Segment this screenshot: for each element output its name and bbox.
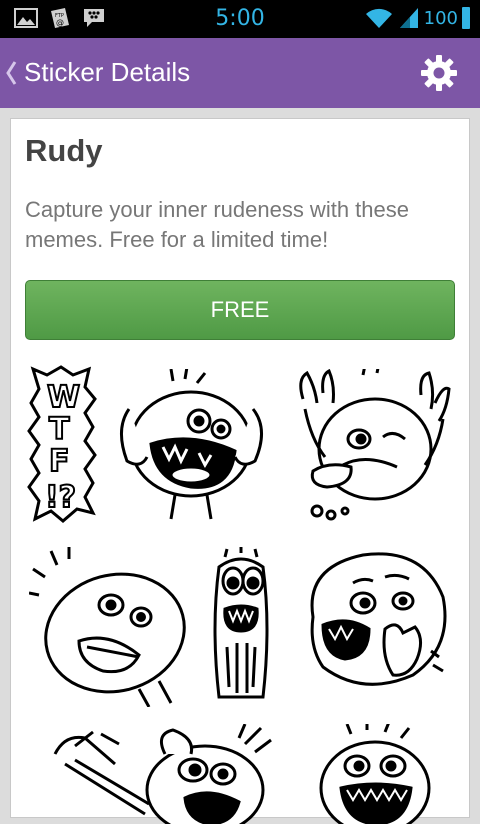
- free-button[interactable]: FREE: [25, 280, 455, 340]
- sticker-hands-up-tongue-face[interactable]: [293, 369, 453, 524]
- sticker-pack-description: Capture your inner rudeness with these m…: [25, 197, 409, 252]
- gear-icon[interactable]: [420, 54, 458, 92]
- chevron-left-icon[interactable]: [4, 58, 18, 88]
- sticker-pack-name: Rudy: [25, 133, 103, 168]
- sticker-running-face[interactable]: [45, 724, 275, 824]
- svg-text:!?: !?: [45, 480, 76, 515]
- page-title[interactable]: Sticker Details: [24, 57, 190, 88]
- action-bar: Sticker Details: [0, 38, 480, 108]
- battery-level: 100: [423, 7, 458, 29]
- wifi-icon: [365, 8, 392, 28]
- svg-text:W: W: [47, 380, 80, 415]
- battery-icon: [462, 7, 470, 29]
- sticker-shouting-face[interactable]: [111, 369, 271, 524]
- svg-text:F: F: [49, 444, 70, 479]
- sticker-scared-round-face[interactable]: [29, 547, 189, 707]
- sticker-thin-screaming-face[interactable]: [205, 547, 277, 707]
- svg-text:T: T: [49, 412, 70, 447]
- status-bar: FTP @ 5:00 100: [0, 0, 480, 38]
- sticker-nose-picking-face[interactable]: [293, 547, 453, 707]
- signal-icon: [399, 8, 418, 28]
- sticker-laughing-face[interactable]: [311, 724, 441, 824]
- sticker-wtf[interactable]: W T F !?: [27, 365, 99, 525]
- sticker-pack-card: Rudy Capture your inner rudeness with th…: [10, 118, 470, 824]
